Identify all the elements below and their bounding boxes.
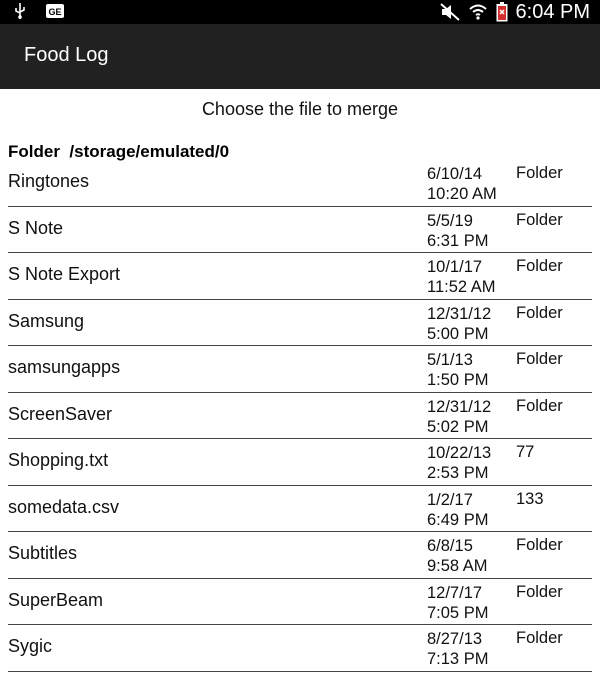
file-name: Sygic (8, 636, 53, 656)
file-name: Subtitles (8, 543, 78, 563)
file-size: 77 (516, 443, 535, 461)
file-time: 11:52 AM (427, 278, 496, 296)
mute-icon (439, 3, 460, 21)
file-row[interactable]: Sygic 8/27/13 7:13 PM Folder (8, 625, 592, 672)
file-date: 12/31/12 (427, 397, 492, 416)
file-name: ScreenSaver (8, 403, 113, 424)
file-row[interactable]: ScreenSaver 12/31/12 5:02 PM Folder (8, 393, 592, 439)
file-modified: 12/31/12 5:00 PM (427, 304, 491, 344)
file-size: Folder (516, 396, 563, 415)
file-row[interactable]: S Note Export 10/1/17 11:52 AM Folder (8, 253, 592, 300)
file-time: 1:50 PM (427, 371, 489, 389)
file-size: Folder (516, 350, 563, 368)
file-date: 12/31/12 (427, 304, 492, 323)
file-modified: 12/31/12 5:02 PM (427, 397, 491, 437)
gallery-icon: GE (46, 4, 64, 18)
app-bar: Food Log (0, 24, 600, 89)
file-list[interactable]: Ringtones 6/10/14 10:20 AM Folder S Note 5/5/… (8, 166, 592, 680)
file-size: Folder (516, 582, 563, 601)
file-modified: 5/1/13 1:50 PM (427, 350, 488, 390)
file-modified: 12/7/17 7:05 PM (427, 583, 488, 623)
file-name: Ringtones (8, 171, 90, 191)
status-bar: GE 6:04 PM (0, 0, 600, 24)
file-name: S Note Export (8, 264, 121, 284)
file-time: 7:05 PM (427, 603, 489, 622)
usb-icon (14, 3, 26, 19)
file-date: 5/1/13 (427, 351, 473, 369)
file-date: 8/27/13 (427, 630, 483, 648)
file-time: 7:13 PM (427, 650, 489, 668)
file-row[interactable]: Shopping.txt 10/22/13 2:53 PM 77 (8, 439, 592, 486)
file-date: 6/8/15 (427, 537, 473, 555)
app-title: Food Log (24, 44, 109, 66)
file-size: Folder (516, 210, 563, 229)
file-size: Folder (516, 536, 563, 554)
file-date: 12/7/17 (427, 583, 483, 602)
file-time: 6:49 PM (427, 510, 489, 529)
file-date: 6/10/14 (427, 166, 483, 183)
file-row[interactable]: Samsung 12/31/12 5:00 PM Folder (8, 300, 592, 346)
file-row[interactable]: Ringtones 6/10/14 10:20 AM Folder (8, 166, 592, 207)
file-size: Folder (516, 629, 563, 647)
file-row[interactable]: SuperBeam 12/7/17 7:05 PM Folder (8, 579, 592, 625)
folder-path: /storage/emulated/0 (69, 142, 230, 161)
file-row[interactable]: S Note 5/5/19 6:31 PM Folder (8, 207, 592, 253)
file-row[interactable]: Subtitles 6/8/15 9:58 AM Folder (8, 532, 592, 579)
svg-text:GE: GE (48, 7, 61, 17)
file-name: Shopping.txt (8, 450, 109, 470)
wifi-icon (468, 2, 488, 22)
file-name: S Note (8, 217, 64, 238)
file-name: SuperBeam (8, 589, 104, 610)
file-name: samsungapps (8, 357, 121, 377)
dialog-prompt: Choose the file to merge (201, 99, 399, 119)
file-date: 10/22/13 (427, 444, 492, 462)
file-size: Folder (516, 166, 563, 182)
file-modified: 1/2/17 6:49 PM (427, 490, 488, 530)
file-row[interactable]: samsungapps 5/1/13 1:50 PM Folder (8, 346, 592, 393)
file-time: 5:02 PM (427, 417, 489, 436)
file-time: 6:31 PM (427, 231, 489, 250)
battery-icon (496, 2, 508, 22)
file-size: Folder (516, 303, 563, 322)
file-modified: 6/10/14 10:20 AM (427, 166, 497, 204)
file-modified: 10/22/13 2:53 PM (427, 443, 491, 483)
file-size: 133 (516, 489, 544, 508)
file-name: Samsung (8, 310, 85, 331)
file-date: 10/1/17 (427, 258, 483, 276)
file-time: 2:53 PM (427, 464, 489, 482)
file-date: 1/2/17 (427, 490, 473, 509)
file-name: somedata.csv (8, 496, 120, 517)
file-modified: 6/8/15 9:58 AM (427, 536, 488, 576)
file-time: 9:58 AM (427, 557, 488, 575)
status-time: 6:04 PM (515, 0, 590, 23)
current-folder: Folder /storage/emulated/0 (8, 142, 229, 162)
file-modified: 10/1/17 11:52 AM (427, 257, 496, 297)
file-time: 5:00 PM (427, 324, 489, 343)
file-size: Folder (516, 257, 563, 275)
file-modified: 8/27/13 7:13 PM (427, 629, 488, 669)
folder-label: Folder (8, 142, 60, 161)
file-modified: 5/5/19 6:31 PM (427, 211, 488, 251)
file-row[interactable]: somedata.csv 1/2/17 6:49 PM 133 (8, 486, 592, 532)
file-time: 10:20 AM (427, 185, 497, 203)
file-date: 5/5/19 (427, 211, 473, 230)
